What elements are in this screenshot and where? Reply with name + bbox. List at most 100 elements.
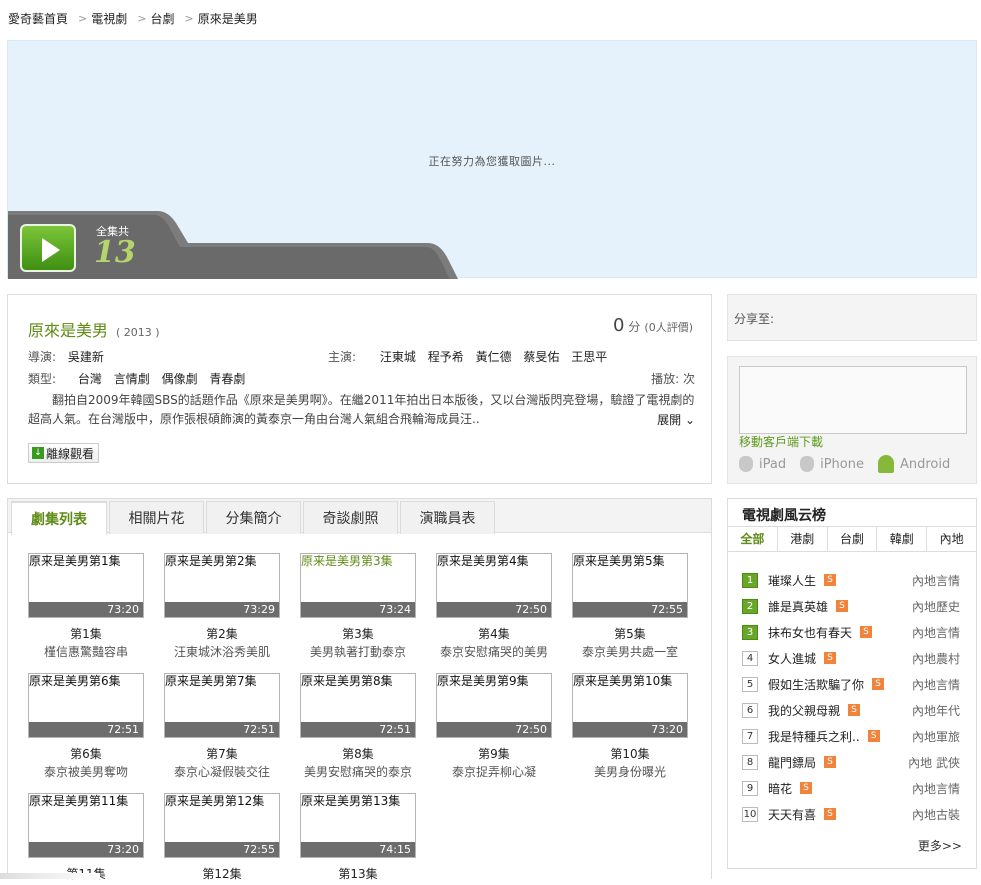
- ranking-show-link[interactable]: 抹布女也有春天: [768, 624, 852, 641]
- episode-item[interactable]: 原来是美男第3集 73:24 第3集美男執著打動泰京: [300, 553, 416, 659]
- ranking-show-link[interactable]: 誰是真英雄: [768, 598, 828, 615]
- episode-number[interactable]: 第9集: [436, 747, 552, 761]
- episode-item[interactable]: 原来是美男第1集 73:20 第1集槿信惠驚豔容串: [28, 553, 144, 659]
- episode-thumbnail[interactable]: 原来是美男第7集 72:51: [164, 673, 280, 738]
- play-button[interactable]: [20, 224, 76, 272]
- episode-item[interactable]: 原来是美男第6集 72:51 第6集泰京被美男奪吻: [28, 673, 144, 779]
- cast-link[interactable]: 黃仁德: [476, 350, 512, 364]
- episode-caption[interactable]: 美男執著打動泰京: [300, 645, 416, 659]
- episode-item[interactable]: 原来是美男第2集 73:29 第2集汪東城沐浴秀美肌: [164, 553, 280, 659]
- episode-thumbnail[interactable]: 原来是美男第6集 72:51: [28, 673, 144, 738]
- ranking-show-link[interactable]: 女人進城: [768, 650, 816, 667]
- ranking-show-link[interactable]: 龍門鏢局: [768, 754, 816, 771]
- ranking-item[interactable]: 3 抹布女也有春天 S 內地言情: [742, 619, 960, 645]
- ranking-tab-kr[interactable]: 韓劇: [876, 527, 926, 551]
- episode-thumbnail[interactable]: 原来是美男第9集 72:50: [436, 673, 552, 738]
- ranking-tab-cn[interactable]: 內地: [926, 527, 976, 551]
- episode-thumbnail[interactable]: 原来是美男第11集 73:20: [28, 793, 144, 858]
- platform-android[interactable]: Android: [877, 455, 950, 473]
- tab-episode-summary[interactable]: 分集簡介: [206, 501, 301, 534]
- show-title[interactable]: 原來是美男: [28, 317, 108, 341]
- type-link[interactable]: 台灣: [78, 372, 102, 386]
- ranking-tab-tw[interactable]: 台劇: [826, 527, 877, 551]
- ranking-item[interactable]: 4 女人進城 S 內地農村: [742, 645, 960, 671]
- ranking-show-link[interactable]: 我是特種兵之利..: [768, 728, 860, 745]
- type-link[interactable]: 偶像劇: [162, 372, 198, 386]
- cast-link[interactable]: 王思平: [571, 350, 607, 364]
- episode-number[interactable]: 第4集: [436, 627, 552, 641]
- ranking-show-link[interactable]: 我的父親母親: [768, 702, 840, 719]
- ranking-show-link[interactable]: 璀璨人生: [768, 572, 816, 589]
- type-link[interactable]: 青春劇: [209, 372, 245, 386]
- episode-thumbnail[interactable]: 原来是美男第4集 72:50: [436, 553, 552, 618]
- type-link[interactable]: 言情劇: [114, 372, 150, 386]
- episode-caption[interactable]: 泰京心凝假裝交往: [164, 765, 280, 779]
- episode-thumbnail[interactable]: 原来是美男第13集 74:15: [300, 793, 416, 858]
- director-link[interactable]: 吳建新: [68, 350, 104, 364]
- episode-item[interactable]: 原来是美男第10集 73:20 第10集美男身份曝光: [572, 673, 688, 779]
- breadcrumb-tv[interactable]: 電視劇: [91, 10, 127, 27]
- ranking-tab-hk[interactable]: 港劇: [776, 527, 827, 551]
- episode-item[interactable]: 原来是美男第7集 72:51 第7集泰京心凝假裝交往: [164, 673, 280, 779]
- episode-caption[interactable]: 泰京捉弄柳心凝: [436, 765, 552, 779]
- episode-thumbnail[interactable]: 原来是美男第10集 73:20: [572, 673, 688, 738]
- tab-related-clips[interactable]: 相關片花: [109, 501, 204, 534]
- ranking-item[interactable]: 5 假如生活欺騙了你 S 內地言情: [742, 671, 960, 697]
- episode-item[interactable]: 原来是美男第8集 72:51 第8集美男安慰痛哭的泰京: [300, 673, 416, 779]
- episode-number[interactable]: 第7集: [164, 747, 280, 761]
- episode-thumbnail[interactable]: 原来是美男第12集 72:55: [164, 793, 280, 858]
- horizontal-scrollbar[interactable]: [0, 873, 100, 879]
- episode-item[interactable]: 原来是美男第13集 74:15 第13集: [300, 793, 416, 885]
- ranking-show-link[interactable]: 假如生活欺騙了你: [768, 676, 864, 693]
- cast-link[interactable]: 程予希: [428, 350, 464, 364]
- episode-item[interactable]: 原来是美男第4集 72:50 第4集泰京安慰痛哭的美男: [436, 553, 552, 659]
- episode-thumbnail[interactable]: 原来是美男第1集 73:20: [28, 553, 144, 618]
- episode-caption[interactable]: 汪東城沐浴秀美肌: [164, 645, 280, 659]
- episode-caption[interactable]: 美男安慰痛哭的泰京: [300, 765, 416, 779]
- episode-number[interactable]: 第3集: [300, 627, 416, 641]
- mobile-download-title[interactable]: 移動客戶端下載: [739, 433, 823, 450]
- episode-item[interactable]: 原来是美男第9集 72:50 第9集泰京捉弄柳心凝: [436, 673, 552, 779]
- episode-thumbnail[interactable]: 原来是美男第8集 72:51: [300, 673, 416, 738]
- episode-number[interactable]: 第5集: [572, 627, 688, 641]
- episode-caption[interactable]: 美男身份曝光: [572, 765, 688, 779]
- ranking-show-link[interactable]: 暗花: [768, 780, 792, 797]
- breadcrumb-home[interactable]: 愛奇藝首頁: [8, 10, 68, 27]
- episode-item[interactable]: 原来是美男第12集 72:55 第12集: [164, 793, 280, 885]
- episode-number[interactable]: 第2集: [164, 627, 280, 641]
- ranking-item[interactable]: 8 龍門鏢局 S 內地 武俠: [742, 749, 960, 775]
- episode-number[interactable]: 第6集: [28, 747, 144, 761]
- expand-button[interactable]: 展開 ⌄: [657, 411, 695, 428]
- episode-number[interactable]: 第8集: [300, 747, 416, 761]
- ranking-tab-all[interactable]: 全部: [728, 527, 777, 551]
- ranking-item[interactable]: 7 我是特種兵之利.. S 內地軍旅: [742, 723, 960, 749]
- cast-link[interactable]: 蔡旻佑: [523, 350, 559, 364]
- ranking-item[interactable]: 1 璀璨人生 S 內地言情: [742, 567, 960, 593]
- cast-link[interactable]: 汪東城: [380, 350, 416, 364]
- episode-number[interactable]: 第10集: [572, 747, 688, 761]
- ranking-item[interactable]: 2 誰是真英雄 S 內地歷史: [742, 593, 960, 619]
- ranking-item[interactable]: 6 我的父親母親 S 內地年代: [742, 697, 960, 723]
- tab-episode-list[interactable]: 劇集列表: [11, 501, 107, 535]
- episode-caption[interactable]: 泰京美男共處一室: [572, 645, 688, 659]
- platform-iphone[interactable]: iPhone: [800, 456, 864, 472]
- ranking-item[interactable]: 10 天天有喜 S 內地古裝: [742, 801, 960, 827]
- episode-thumbnail[interactable]: 原来是美男第2集 73:29: [164, 553, 280, 618]
- episode-item[interactable]: 原来是美男第5集 72:55 第5集泰京美男共處一室: [572, 553, 688, 659]
- episode-thumbnail[interactable]: 原来是美男第3集 73:24: [300, 553, 416, 618]
- breadcrumb-taiwan-drama[interactable]: 台劇: [150, 10, 174, 27]
- episode-caption[interactable]: 泰京安慰痛哭的美男: [436, 645, 552, 659]
- episode-caption[interactable]: 泰京被美男奪吻: [28, 765, 144, 779]
- episode-caption[interactable]: 槿信惠驚豔容串: [28, 645, 144, 659]
- episode-thumbnail[interactable]: 原来是美男第5集 72:55: [572, 553, 688, 618]
- episode-item[interactable]: 原来是美男第11集73:20第11集: [28, 793, 144, 885]
- ranking-show-link[interactable]: 天天有喜: [768, 806, 816, 823]
- more-link[interactable]: 更多>>: [918, 837, 962, 854]
- tab-cast-crew[interactable]: 演職員表: [400, 501, 495, 534]
- show-year: ( 2013 ): [116, 326, 160, 339]
- ranking-item[interactable]: 9 暗花 S 內地言情: [742, 775, 960, 801]
- offline-watch-button[interactable]: ↓ 離線觀看: [28, 443, 100, 463]
- tab-stills[interactable]: 奇談劇照: [303, 501, 398, 534]
- episode-number[interactable]: 第1集: [28, 627, 144, 641]
- platform-ipad[interactable]: iPad: [739, 456, 786, 472]
